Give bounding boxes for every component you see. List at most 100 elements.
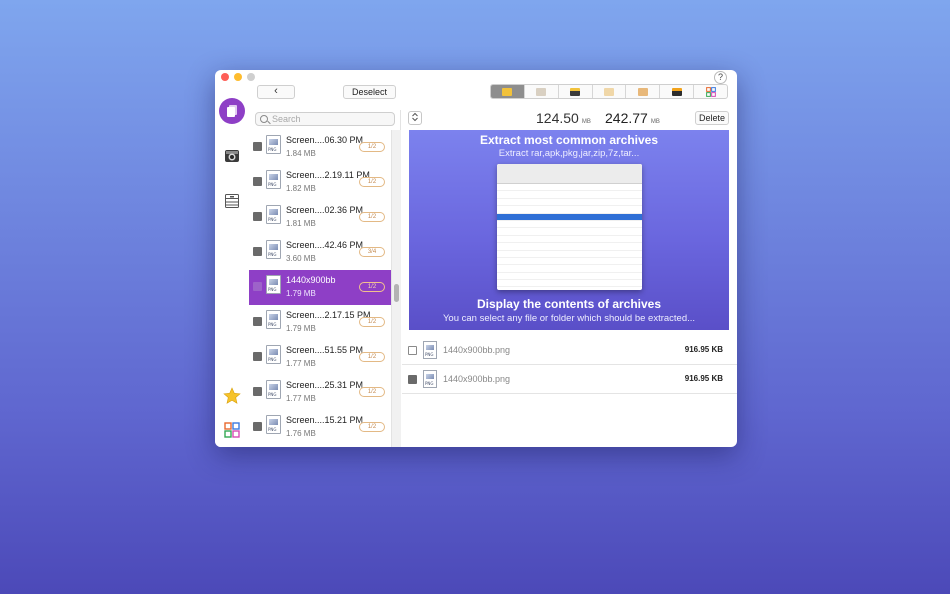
row-checkbox[interactable] [253,422,262,431]
file-size: 1.77 MB [286,394,316,403]
file-name: Screen....51.55 PM [286,345,364,355]
list-scrollbar[interactable] [391,130,401,447]
file-size: 3.60 MB [286,254,316,263]
png-file-icon [423,370,437,388]
duplicate-count-badge: 1/2 [359,142,385,152]
document-icon [536,87,547,96]
tab-box-app[interactable] [593,85,627,98]
png-file-icon [266,205,281,224]
selected-size-readout: 124.50 MB [536,110,591,126]
selected-size-value: 124.50 [536,110,579,126]
sidebar [215,84,249,447]
help-button[interactable]: ? [714,71,727,84]
file-size: 1.84 MB [286,149,316,158]
scrollbar-thumb[interactable] [394,284,399,302]
file-list: Screen....06.30 PM 1.84 MB 1/2 Screen...… [249,130,391,447]
delete-button[interactable]: Delete [695,111,729,125]
tab-viewer-app[interactable] [660,85,695,98]
list-item[interactable]: Screen....25.31 PM 1.77 MB 1/2 [249,375,391,410]
back-button[interactable]: ‹ [257,85,295,99]
row-checkbox[interactable] [253,247,262,256]
file-name: Screen....2.19.11 PM [286,170,370,180]
file-name: 1440x900bb.png [443,345,511,355]
row-checkbox[interactable] [253,212,262,221]
app-window: ? ‹ Deselect Search PNG Screen....06.30 … [215,70,737,447]
sidebar-item-archive[interactable] [219,188,245,214]
tab-document-app[interactable] [525,85,559,98]
list-item[interactable]: Screen....42.46 PM 3.60 MB 3/4 [249,235,391,270]
file-size: 1.76 MB [286,429,316,438]
table-row[interactable]: 1440x900bb.png 916.95 KB [402,336,737,365]
row-checkbox[interactable] [253,387,262,396]
list-item[interactable]: Screen....2.19.11 PM 1.82 MB 1/2 [249,165,391,200]
list-item[interactable]: Screen....06.30 PM 1.84 MB 1/2 [249,130,391,165]
row-checkbox[interactable] [253,317,262,326]
file-size: 916.95 KB [684,345,723,354]
row-checkbox[interactable] [408,346,417,355]
duplicate-count-badge: 1/2 [359,212,385,222]
list-item[interactable]: Screen....02.36 PM 1.81 MB 1/2 [249,200,391,235]
camera-icon [225,150,239,162]
file-name: Screen....02.36 PM [286,205,364,215]
close-window-button[interactable] [221,73,229,81]
preview-title-bottom: Display the contents of archives [476,297,662,311]
search-input[interactable]: Search [255,112,395,126]
file-size: 1.79 MB [286,289,316,298]
apps-grid-icon [705,86,716,97]
file-size: 916.95 KB [684,374,723,383]
list-item[interactable]: Screen....15.21 PM 1.76 MB 1/2 [249,410,391,445]
row-checkbox[interactable] [253,177,262,186]
file-name: 1440x900bb [286,275,336,285]
duplicate-count-badge: 3/4 [359,247,385,257]
row-checkbox[interactable] [253,282,262,291]
list-item[interactable]: Screen....51.55 PM 1.77 MB 1/2 [249,340,391,375]
notes-icon [570,87,581,96]
selected-size-unit: MB [581,119,591,125]
total-size-readout: 242.77 MB [605,110,660,126]
file-name: 1440x900bb.png [443,374,511,384]
preview-subtitle-top: Extract rar,apk,pkg,jar,zip,7z,tar... [498,148,640,159]
png-file-icon [423,341,437,359]
png-file-icon [266,275,281,294]
sidebar-item-photos[interactable] [219,98,245,124]
row-checkbox[interactable] [408,375,417,384]
tab-archive-app[interactable] [491,85,525,98]
png-file-icon [266,345,281,364]
archive-drawer-icon [225,194,239,208]
row-checkbox[interactable] [253,142,262,151]
tab-more-apps[interactable] [694,85,727,98]
png-file-icon [266,380,281,399]
toolbar: ‹ Deselect [249,84,737,106]
tab-notes-app[interactable] [559,85,593,98]
sidebar-item-more-apps[interactable] [219,417,245,443]
duplicate-count-badge: 1/2 [359,282,385,292]
list-item-selected[interactable]: 1440x900bb 1.79 MB 1/2 [249,270,391,305]
image-preview: Extract most common archives Extract rar… [409,130,729,330]
sort-order-button[interactable] [408,111,422,125]
file-size: 1.82 MB [286,184,316,193]
table-row[interactable]: 1440x900bb.png 916.95 KB [402,365,737,394]
preview-title-top: Extract most common archives [479,133,659,147]
duplicate-count-badge: 1/2 [359,352,385,362]
sidebar-item-camera[interactable] [219,143,245,169]
zoom-window-button[interactable] [247,73,255,81]
minimize-window-button[interactable] [234,73,242,81]
star-icon [223,387,241,404]
row-checkbox[interactable] [253,352,262,361]
app-switcher-segmented-control [490,84,728,99]
file-name: Screen....2.17.15 PM [286,310,371,320]
file-size: 1.77 MB [286,359,316,368]
photos-icon [227,105,237,117]
sidebar-item-favorites[interactable] [219,383,245,409]
file-name: Screen....42.46 PM [286,240,364,250]
file-name: Screen....25.31 PM [286,380,364,390]
file-name: Screen....06.30 PM [286,135,364,145]
tab-cleaner-app[interactable] [626,85,661,98]
detail-pane: 124.50 MB 242.77 MB Delete Extract most co… [402,106,737,447]
list-item[interactable]: Screen....2.17.15 PM 1.79 MB 1/2 [249,305,391,340]
file-name: Screen....15.21 PM [286,415,364,425]
duplicate-count-badge: 1/2 [359,177,385,187]
deselect-button[interactable]: Deselect [343,85,396,99]
total-size-value: 242.77 [605,110,648,126]
viewer-icon [671,87,682,96]
